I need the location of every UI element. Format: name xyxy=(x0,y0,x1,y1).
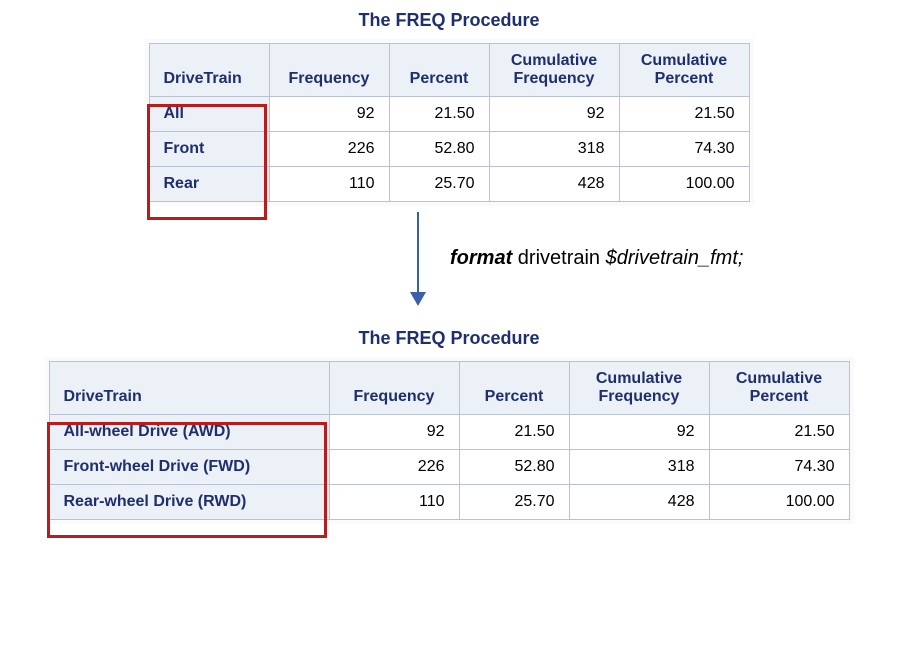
cpct-cell: 74.30 xyxy=(619,132,749,167)
format-name: $drivetrain_fmt; xyxy=(606,247,744,269)
freq-title-1: The FREQ Procedure xyxy=(10,10,888,31)
cat-cell: All xyxy=(149,97,269,132)
freq-cell: 92 xyxy=(329,415,459,450)
pct-cell: 21.50 xyxy=(459,415,569,450)
cat-cell: Rear xyxy=(149,167,269,202)
cpct-cell: 21.50 xyxy=(709,415,849,450)
col-frequency: Frequency xyxy=(269,44,389,97)
col-cumpct: CumulativePercent xyxy=(709,362,849,415)
cfreq-cell: 92 xyxy=(569,415,709,450)
col-drivetrain: DriveTrain xyxy=(149,44,269,97)
col-drivetrain: DriveTrain xyxy=(49,362,329,415)
freq-table-1: DriveTrain Frequency Percent CumulativeF… xyxy=(149,43,750,202)
col-percent: Percent xyxy=(459,362,569,415)
cpct-cell: 100.00 xyxy=(709,485,849,520)
cpct-cell: 100.00 xyxy=(619,167,749,202)
table-row: Front 226 52.80 318 74.30 xyxy=(149,132,749,167)
col-percent: Percent xyxy=(389,44,489,97)
pct-cell: 25.70 xyxy=(389,167,489,202)
format-statement: format drivetrain $drivetrain_fmt; xyxy=(450,247,743,270)
cat-cell: Front xyxy=(149,132,269,167)
col-cumfreq: CumulativeFrequency xyxy=(569,362,709,415)
arrow-section: format drivetrain $drivetrain_fmt; xyxy=(10,212,888,322)
cfreq-cell: 92 xyxy=(489,97,619,132)
cat-cell: Front-wheel Drive (FWD) xyxy=(49,450,329,485)
cfreq-cell: 428 xyxy=(569,485,709,520)
table-row: Rear-wheel Drive (RWD) 110 25.70 428 100… xyxy=(49,485,849,520)
table-row: All 92 21.50 92 21.50 xyxy=(149,97,749,132)
freq-cell: 226 xyxy=(329,450,459,485)
format-varname: drivetrain xyxy=(512,247,605,269)
freq-cell: 92 xyxy=(269,97,389,132)
col-frequency: Frequency xyxy=(329,362,459,415)
cpct-cell: 74.30 xyxy=(709,450,849,485)
cat-cell: All-wheel Drive (AWD) xyxy=(49,415,329,450)
col-cumpct: CumulativePercent xyxy=(619,44,749,97)
freq-title-2: The FREQ Procedure xyxy=(10,328,888,349)
arrow-icon xyxy=(410,212,426,306)
freq-cell: 110 xyxy=(269,167,389,202)
table-row: All-wheel Drive (AWD) 92 21.50 92 21.50 xyxy=(49,415,849,450)
pct-cell: 52.80 xyxy=(389,132,489,167)
pct-cell: 52.80 xyxy=(459,450,569,485)
table-row: Front-wheel Drive (FWD) 226 52.80 318 74… xyxy=(49,450,849,485)
table-row: Rear 110 25.70 428 100.00 xyxy=(149,167,749,202)
freq-cell: 226 xyxy=(269,132,389,167)
cat-cell: Rear-wheel Drive (RWD) xyxy=(49,485,329,520)
cfreq-cell: 428 xyxy=(489,167,619,202)
format-keyword: format xyxy=(450,247,512,269)
cfreq-cell: 318 xyxy=(569,450,709,485)
cpct-cell: 21.50 xyxy=(619,97,749,132)
col-cumfreq: CumulativeFrequency xyxy=(489,44,619,97)
cfreq-cell: 318 xyxy=(489,132,619,167)
pct-cell: 21.50 xyxy=(389,97,489,132)
freq-table-2: DriveTrain Frequency Percent CumulativeF… xyxy=(49,361,850,520)
freq-cell: 110 xyxy=(329,485,459,520)
table2-container: DriveTrain Frequency Percent CumulativeF… xyxy=(45,357,854,524)
table1-container: DriveTrain Frequency Percent CumulativeF… xyxy=(145,39,754,206)
pct-cell: 25.70 xyxy=(459,485,569,520)
